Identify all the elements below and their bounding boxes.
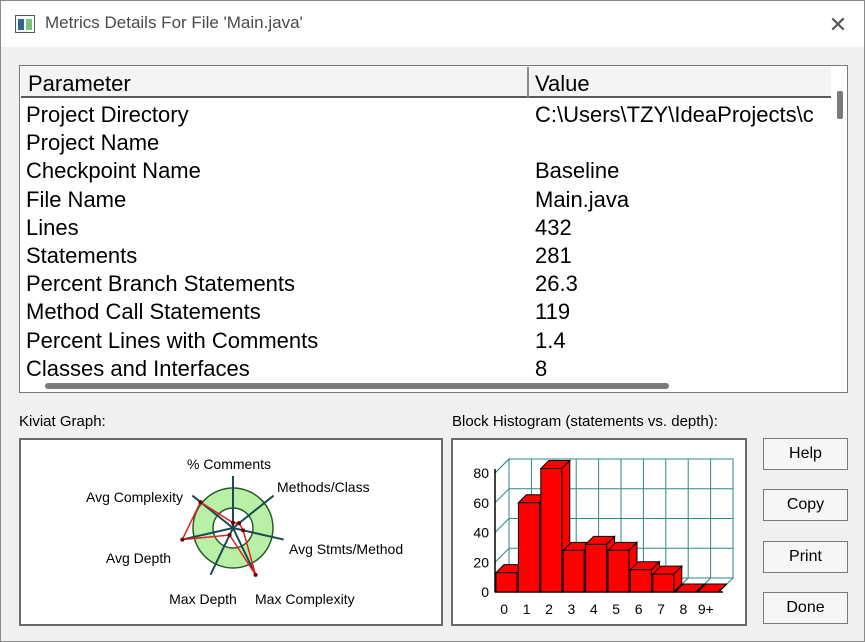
table-row[interactable]: Method Call Statements 119 (21, 297, 831, 325)
kiviat-svg: % Comments Methods/Class Avg Stmts/Method M… (86, 456, 403, 607)
kiviat-axis-label: Max Depth (169, 591, 237, 607)
table-row[interactable]: Checkpoint Name Baseline (21, 156, 831, 184)
kiviat-graph-label: Kiviat Graph: (19, 413, 106, 430)
histogram-x-tick-label: 2 (545, 601, 553, 617)
histogram-bar (517, 502, 540, 593)
kiviat-axis-label: Avg Complexity (86, 489, 183, 505)
histogram-label: Block Histogram (statements vs. depth): (452, 413, 718, 430)
kiviat-point (198, 500, 203, 505)
value-cell: 119 (535, 299, 571, 325)
value-cell: 281 (535, 242, 572, 268)
metrics-dialog: Metrics Details For File 'Main.java' ✕ P… (0, 0, 865, 642)
histogram-y-tick-label: 40 (473, 525, 489, 541)
value-cell: 8 (535, 355, 548, 380)
vertical-scroll-thumb[interactable] (837, 91, 843, 119)
histogram-bar (562, 549, 585, 593)
horizontal-scroll-thumb[interactable] (45, 383, 669, 389)
parameter-cell: Percent Branch Statements (26, 271, 296, 297)
column-resize-handle[interactable] (527, 67, 529, 97)
histogram-y-tick-label: 80 (473, 465, 489, 481)
kiviat-point (227, 533, 232, 538)
close-button[interactable]: ✕ (813, 7, 863, 43)
kiviat-axis-label: Avg Depth (106, 550, 171, 566)
print-button[interactable]: Print (763, 541, 848, 573)
table-header: Parameter Value (21, 67, 831, 98)
histogram-bar (607, 549, 630, 593)
table-row[interactable]: Percent Lines with Comments 1.4 (21, 326, 831, 354)
value-cell: Main.java (535, 186, 630, 212)
horizontal-scrollbar[interactable] (21, 378, 847, 392)
histogram-x-tick-label: 4 (590, 601, 598, 617)
kiviat-point (253, 572, 258, 577)
done-button[interactable]: Done (763, 592, 848, 624)
kiviat-axis-label: % Comments (187, 456, 271, 472)
block-histogram: 0 20 40 60 80 0 1 2 3 4 5 6 7 8 9+ (451, 438, 747, 626)
histogram-x-tick-label: 9+ (698, 601, 714, 617)
kiviat-point (237, 521, 242, 526)
column-header-parameter[interactable]: Parameter (28, 71, 528, 97)
table-body: Project Directory C:\Users\TZY\IdeaProjec… (21, 100, 831, 380)
close-icon: ✕ (828, 12, 848, 37)
histogram-bar (629, 569, 652, 593)
kiviat-point (231, 520, 235, 525)
table-row[interactable]: Project Directory C:\Users\TZY\IdeaProjec… (21, 100, 831, 128)
value-cell: 26.3 (535, 271, 578, 297)
histogram-y-tick-label: 0 (481, 584, 489, 600)
parameter-cell: Classes and Interfaces (26, 355, 250, 380)
kiviat-point (241, 528, 246, 533)
parameter-cell: Statements (26, 242, 138, 268)
parameter-cell: Project Directory (26, 102, 189, 127)
histogram-svg: 0204060800 1 2 3 4 5 6 7 8 9+ (473, 457, 735, 617)
histogram-y-tick-label: 20 (473, 554, 489, 570)
histogram-bar (540, 468, 563, 593)
parameter-cell: File Name (26, 186, 127, 212)
histogram-bar (585, 543, 608, 593)
metrics-table: Parameter Value Project Directory C:\User… (19, 65, 848, 393)
column-header-value[interactable]: Value (535, 71, 825, 97)
title-bar: Metrics Details For File 'Main.java' ✕ (1, 1, 864, 47)
parameter-cell: Project Name (26, 130, 160, 156)
copy-button[interactable]: Copy (763, 489, 848, 521)
parameter-cell: Checkpoint Name (26, 158, 201, 184)
table-row[interactable]: Classes and Interfaces 8 (21, 354, 831, 380)
histogram-bar (652, 573, 675, 593)
histogram-x-tick-label: 0 (500, 601, 508, 617)
window-title: Metrics Details For File 'Main.java' (45, 13, 303, 32)
kiviat-axis-label: Max Complexity (255, 591, 355, 607)
kiviat-graph: % Comments Methods/Class Avg Stmts/Method M… (19, 438, 443, 626)
histogram-x-tick-label: 6 (635, 601, 643, 617)
parameter-cell: Lines (26, 214, 79, 240)
parameter-cell: Method Call Statements (26, 299, 261, 325)
histogram-x-tick-label: 7 (657, 601, 665, 617)
value-cell: 432 (535, 214, 572, 240)
histogram-x-tick-label: 1 (523, 601, 531, 617)
kiviat-axis-label: Avg Stmts/Method (289, 541, 403, 557)
histogram-x-tick-label: 8 (680, 601, 688, 617)
table-row[interactable]: Statements 281 (21, 241, 831, 269)
app-icon (15, 15, 35, 33)
kiviat-axis-label: Methods/Class (277, 479, 370, 495)
value-cell: C:\Users\TZY\IdeaProjects\c (535, 102, 814, 127)
kiviat-point (180, 537, 185, 542)
help-button[interactable]: Help (763, 438, 848, 470)
table-row[interactable]: Lines 432 (21, 213, 831, 241)
histogram-y-tick-label: 60 (473, 495, 489, 511)
vertical-scrollbar[interactable] (831, 67, 847, 378)
histogram-bar (495, 572, 518, 593)
value-cell: 1.4 (535, 327, 566, 353)
value-cell: Baseline (535, 158, 620, 184)
histogram-x-tick-label: 5 (612, 601, 620, 617)
histogram-x-tick-label: 3 (568, 601, 576, 617)
table-row[interactable]: Percent Branch Statements 26.3 (21, 269, 831, 297)
table-row[interactable]: File Name Main.java (21, 185, 831, 213)
table-row[interactable]: Project Name (21, 128, 831, 156)
parameter-cell: Percent Lines with Comments (26, 327, 319, 353)
